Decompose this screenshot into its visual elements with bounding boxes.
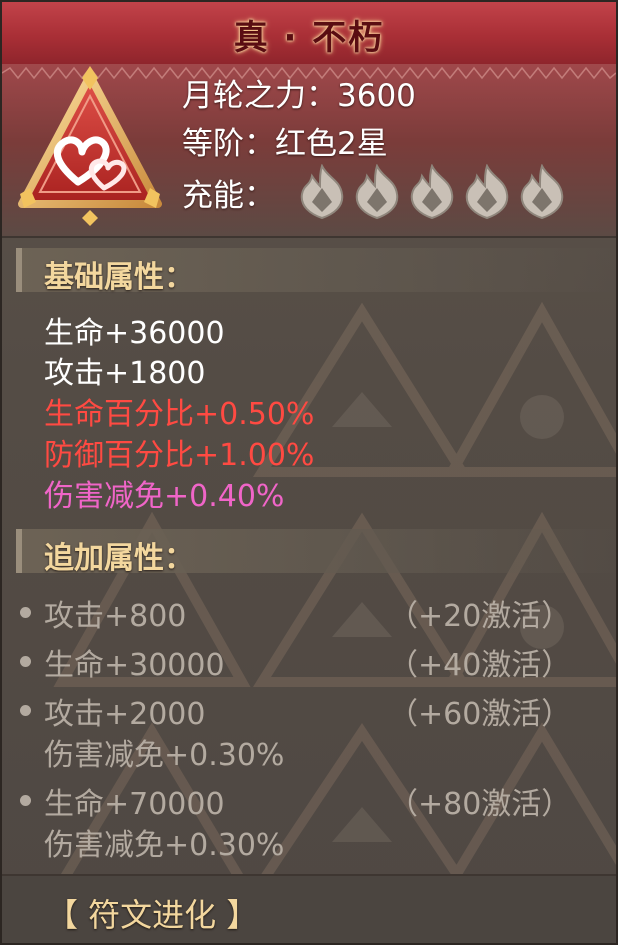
extra-attributes-header: 追加属性： [16,529,616,576]
extra-stat-line: 生命+30000 [44,648,225,683]
extra-stat-subline: 伤害减免+0.30% [44,828,285,863]
rune-evolve-link[interactable]: 【 符文进化 】 [46,890,258,936]
footer-bar: 【 符文进化 】 [2,876,616,943]
base-stat-line: 生命+36000 [44,316,225,351]
extra-stat-subline: 伤害减免+0.30% [44,738,285,773]
flame-charge-icon [300,164,344,220]
heart-rune-icon [18,66,162,226]
activation-requirement: （+20激活） [388,599,572,634]
base-stat-line: 防御百分比+1.00% [44,438,315,473]
flame-charge-icon [410,164,454,220]
bullet-icon [20,607,31,618]
base-stat-line: 攻击+1800 [44,356,206,391]
base-stat-line: 生命百分比+0.50% [44,397,315,432]
base-attributes-header: 基础属性： [16,248,616,295]
moon-power-stat: 月轮之力：3600 [182,78,416,114]
activation-requirement: （+40激活） [388,648,572,683]
charge-flames [296,164,568,222]
activation-requirement: （+80激活） [388,787,572,822]
flame-charge-icon [520,164,564,220]
header-divider [2,236,616,238]
bullet-icon [20,656,31,667]
flame-charge-icon [355,164,399,220]
extra-stat-line: 攻击+2000 [44,697,206,732]
bullet-icon [20,795,31,806]
extra-stat-line: 生命+70000 [44,787,225,822]
flame-charge-icon [465,164,509,220]
activation-requirement: （+60激活） [388,697,572,732]
rune-title: 真 · 不朽 [233,18,385,58]
extra-attributes-label: 追加属性： [44,541,194,576]
extra-stat-line: 攻击+800 [44,599,187,634]
rune-detail-panel: 真 · 不朽 月轮之力：3600 等阶：红色2星 充能： 基础属性： 生命+36… [0,0,618,945]
rank-stat: 等阶：红色2星 [182,126,388,162]
base-attributes-label: 基础属性： [44,260,194,295]
charge-label: 充能： [182,178,275,214]
title-bar: 真 · 不朽 [2,2,616,66]
bullet-icon [20,705,31,716]
base-stat-line: 伤害减免+0.40% [44,479,285,514]
